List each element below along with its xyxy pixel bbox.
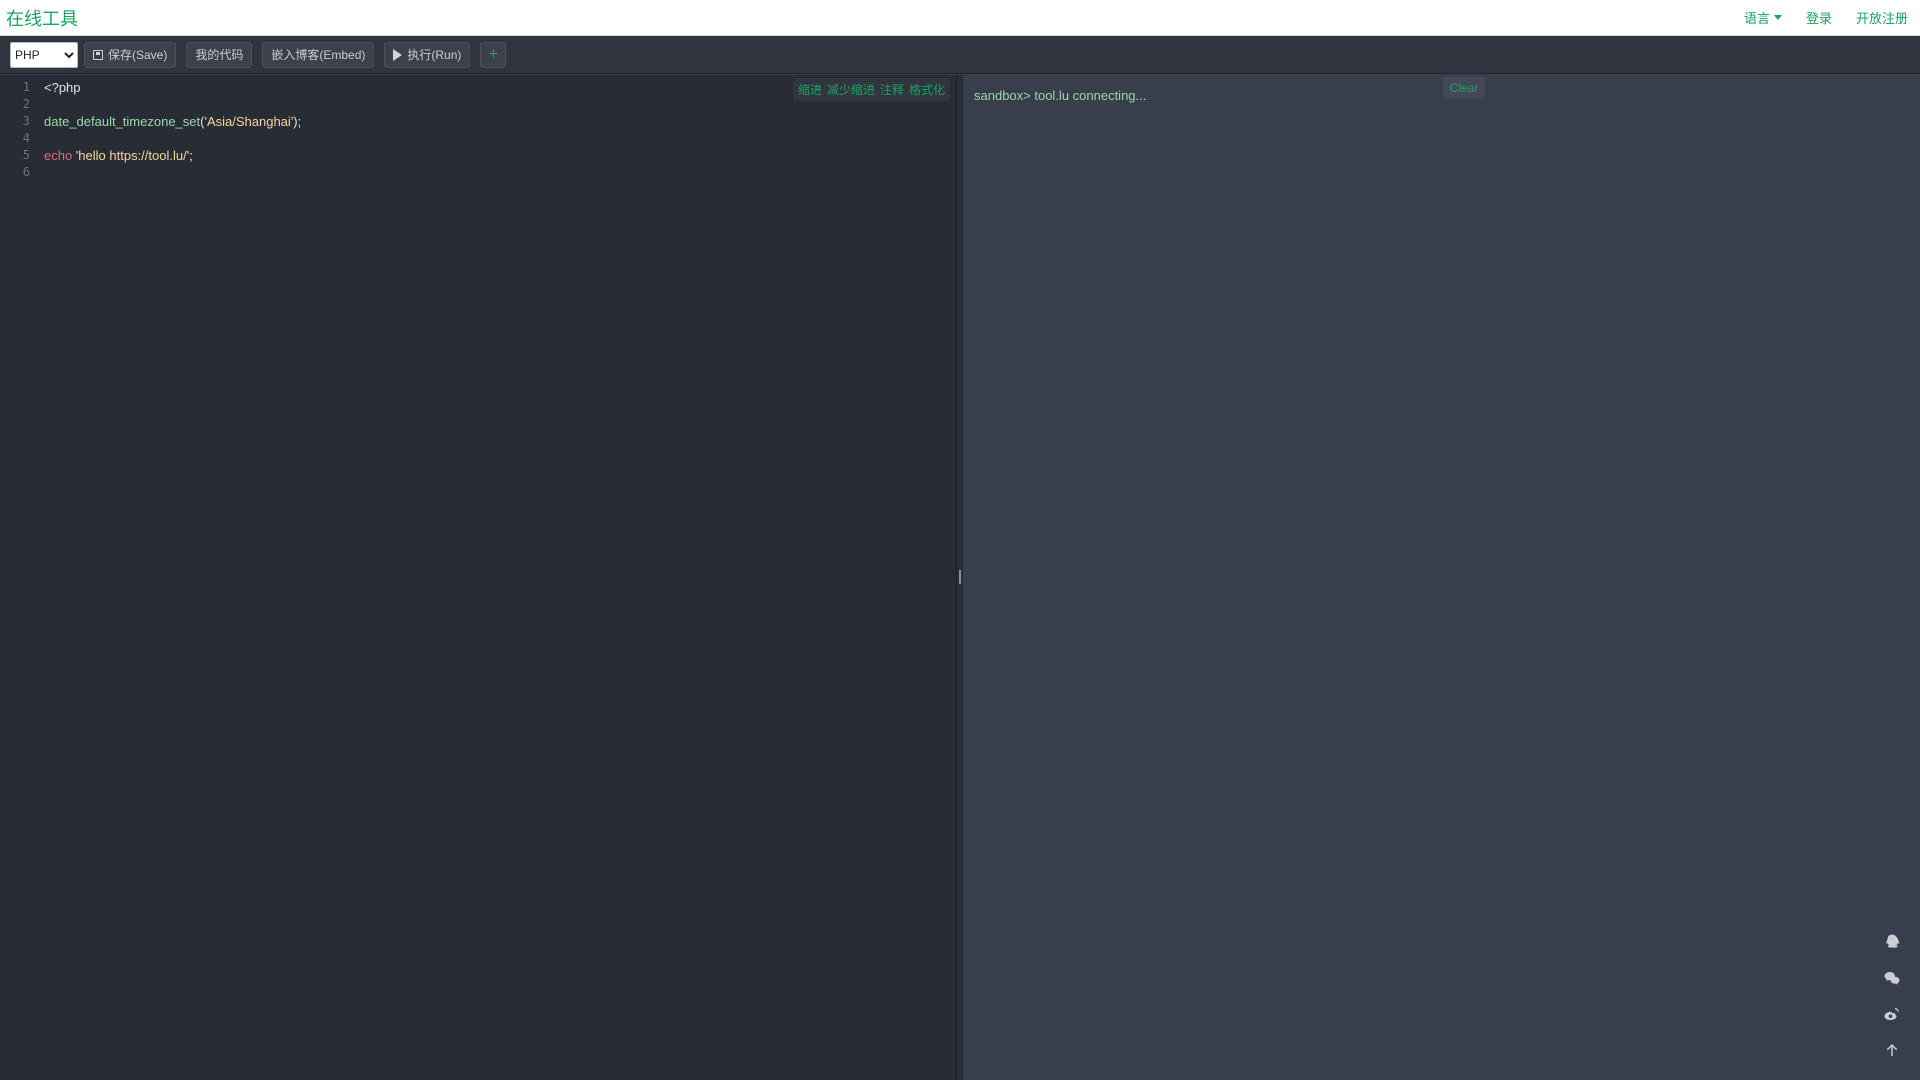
play-icon: [393, 48, 403, 61]
language-select[interactable]: PHP: [10, 41, 78, 68]
top-navbar: 在线工具 语言 登录 开放注册: [0, 0, 1920, 36]
code-string: 'Asia/Shanghai': [204, 114, 294, 129]
login-link[interactable]: 登录: [1806, 8, 1832, 27]
php-open-tag: <?php: [44, 80, 81, 95]
indent-button[interactable]: 缩进: [798, 81, 822, 98]
code-keyword: echo: [44, 148, 73, 163]
language-menu[interactable]: 语言: [1744, 8, 1782, 27]
save-button[interactable]: 保存(Save): [84, 41, 177, 68]
console-text: sandbox> tool.lu connecting...: [974, 88, 1147, 103]
outdent-button[interactable]: 减少缩进: [827, 81, 875, 98]
code-paren-close: );: [293, 114, 302, 129]
my-code-button[interactable]: 我的代码: [186, 41, 253, 68]
caret-down-icon: [1773, 15, 1782, 20]
save-button-label: 保存(Save): [108, 48, 168, 62]
embed-button[interactable]: 嵌入博客(Embed): [262, 41, 375, 68]
code-line-2[interactable]: [44, 96, 301, 113]
line-number-gutter: 1 2 3 4 5 6: [0, 79, 30, 181]
register-link[interactable]: 开放注册: [1856, 8, 1908, 27]
line-number: 2: [22, 97, 30, 111]
qq-icon[interactable]: [1880, 930, 1904, 954]
floppy-disk-icon: [93, 49, 103, 60]
brand-logo-text[interactable]: 在线工具: [6, 5, 78, 31]
code-semicolon: ;: [189, 148, 193, 163]
splitter-grip-icon[interactable]: [959, 570, 961, 584]
run-button-label: 执行(Run): [407, 48, 462, 62]
clear-button[interactable]: Clear: [1443, 77, 1485, 99]
line-number: 4: [22, 131, 30, 145]
language-label: 语言: [1743, 11, 1770, 26]
weibo-icon[interactable]: [1880, 1002, 1904, 1026]
line-number: 5: [22, 148, 30, 162]
format-button[interactable]: 格式化: [909, 81, 945, 98]
editor-tools: 缩进 减少缩进 注释 格式化: [792, 78, 950, 101]
code-line-5[interactable]: echo 'hello https://tool.lu/';: [44, 147, 301, 164]
code-line-6[interactable]: [44, 164, 301, 181]
code-lines[interactable]: <?php date_default_timezone_set('Asia/Sh…: [44, 79, 301, 181]
line-number: 1: [22, 80, 30, 94]
floating-side-icons: [1880, 930, 1904, 1074]
add-tab-button[interactable]: +: [480, 41, 507, 68]
editor-toolbar: PHP 保存(Save) 我的代码 嵌入博客(Embed) 执行(Run) +: [0, 36, 1920, 74]
code-line-1[interactable]: <?php: [44, 79, 301, 96]
output-console: sandbox> tool.lu connecting... Clear: [963, 75, 1920, 1080]
back-to-top-icon[interactable]: [1880, 1038, 1904, 1062]
run-button[interactable]: 执行(Run): [384, 41, 471, 68]
line-number: 3: [22, 114, 30, 128]
code-editor[interactable]: 缩进 减少缩进 注释 格式化 1 2 3 4 5 6 <?php date_de…: [0, 75, 957, 1080]
nav-right: 语言 登录 开放注册: [1720, 8, 1908, 27]
code-string: 'hello https://tool.lu/': [75, 148, 190, 163]
line-number: 6: [22, 165, 30, 179]
code-line-3[interactable]: date_default_timezone_set('Asia/Shanghai…: [44, 113, 301, 130]
comment-button[interactable]: 注释: [880, 81, 904, 98]
code-function-name: date_default_timezone_set: [44, 114, 201, 129]
code-line-4[interactable]: [44, 130, 301, 147]
wechat-icon[interactable]: [1880, 966, 1904, 990]
